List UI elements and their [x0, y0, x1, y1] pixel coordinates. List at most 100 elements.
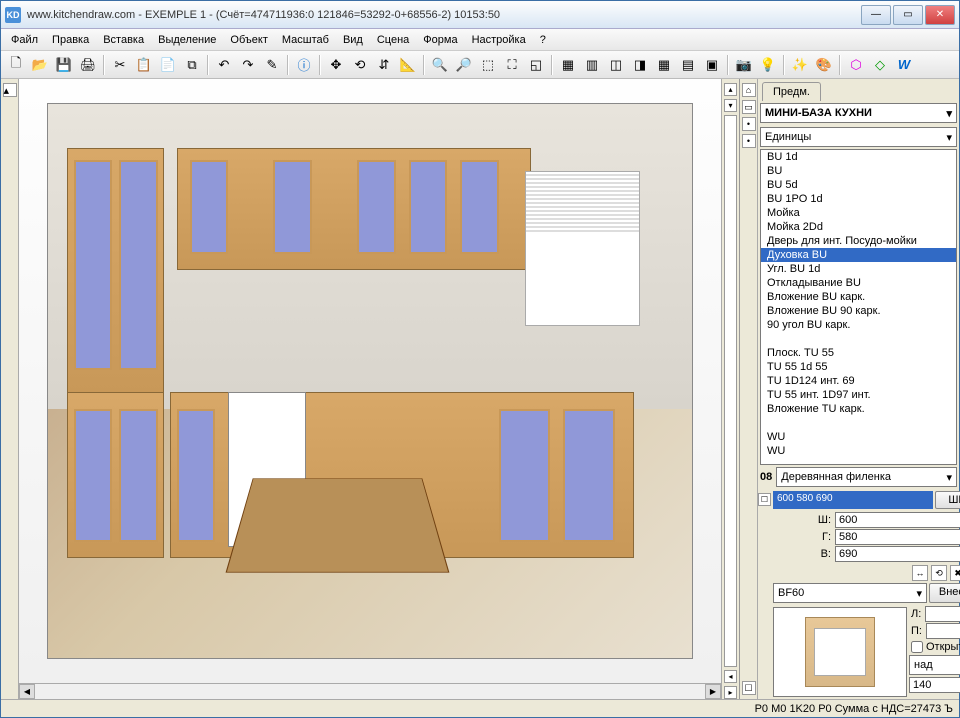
- close-button[interactable]: ✕: [925, 5, 955, 25]
- side-tool-3[interactable]: ◂: [724, 670, 737, 683]
- zoom-fit-icon[interactable]: ⛶: [501, 54, 523, 76]
- measure-icon[interactable]: 📐: [397, 54, 419, 76]
- list-item[interactable]: Духовка BU: [761, 248, 956, 262]
- menu-form[interactable]: Форма: [417, 32, 463, 48]
- view-plan-icon[interactable]: ▦: [557, 54, 579, 76]
- list-item[interactable]: TU 1D124 инт. 69: [761, 374, 956, 388]
- zoom-all-icon[interactable]: ◱: [525, 54, 547, 76]
- wand-icon[interactable]: ✨: [789, 54, 811, 76]
- list-item[interactable]: Дверь для инт. Посудо-мойки: [761, 234, 956, 248]
- menu-selection[interactable]: Выделение: [152, 32, 222, 48]
- view-color-icon[interactable]: ▦: [653, 54, 675, 76]
- list-item[interactable]: Мойка 2Dd: [761, 220, 956, 234]
- tab-objects[interactable]: Предм.: [762, 82, 821, 101]
- units-dropdown[interactable]: Единицы: [760, 127, 957, 147]
- height-val-input[interactable]: [909, 677, 960, 693]
- side-tool-2[interactable]: ▾: [724, 99, 737, 112]
- menu-scene[interactable]: Сцена: [371, 32, 415, 48]
- list-item[interactable]: Угл. BU 1d: [761, 262, 956, 276]
- 3d-render[interactable]: [19, 79, 721, 683]
- checkbox-1[interactable]: ☐: [758, 493, 771, 506]
- print-icon[interactable]: 🖨: [77, 54, 99, 76]
- list-item[interactable]: Вложение BU карк.: [761, 290, 956, 304]
- left-input[interactable]: [925, 606, 960, 622]
- shape3-icon[interactable]: W: [893, 54, 915, 76]
- list-item[interactable]: Плоск. TU 55: [761, 346, 956, 360]
- shape1-icon[interactable]: ⬡: [845, 54, 867, 76]
- insert-button[interactable]: Внести: [929, 583, 960, 603]
- save-icon[interactable]: 💾: [53, 54, 75, 76]
- tool-icon[interactable]: ✎: [261, 54, 283, 76]
- redo-icon[interactable]: ↷: [237, 54, 259, 76]
- side-icon-small1[interactable]: •: [742, 117, 756, 131]
- list-item[interactable]: WU: [761, 430, 956, 444]
- move-icon[interactable]: ✥: [325, 54, 347, 76]
- menu-file[interactable]: Файл: [5, 32, 44, 48]
- cut-icon[interactable]: ✂: [109, 54, 131, 76]
- list-item[interactable]: Вложение BU 90 карк.: [761, 304, 956, 318]
- light-icon[interactable]: 💡: [757, 54, 779, 76]
- position-dropdown[interactable]: над: [909, 655, 960, 675]
- minimize-button[interactable]: —: [861, 5, 891, 25]
- object-list[interactable]: BU 1dBUBU 5dBU 1PO 1dМойкаМойка 2DdДверь…: [760, 149, 957, 465]
- shape2-icon[interactable]: ◇: [869, 54, 891, 76]
- list-item[interactable]: TU 55 1d 55: [761, 360, 956, 374]
- list-item[interactable]: Откладывание BU: [761, 276, 956, 290]
- list-item[interactable]: 90 угол BU карк.: [761, 318, 956, 332]
- menu-edit[interactable]: Правка: [46, 32, 95, 48]
- view-elev-icon[interactable]: ▥: [581, 54, 603, 76]
- menu-object[interactable]: Объект: [224, 32, 273, 48]
- scroll-left-icon[interactable]: ◀: [19, 684, 35, 699]
- catalog-dropdown[interactable]: МИНИ-БАЗА КУХНИ: [760, 103, 957, 123]
- menu-settings[interactable]: Настройка: [466, 32, 532, 48]
- side-icon-check[interactable]: ☐: [742, 681, 756, 695]
- model-dropdown[interactable]: BF60: [773, 583, 927, 603]
- new-icon[interactable]: 🗋: [5, 54, 27, 76]
- view-solid-icon[interactable]: ◨: [629, 54, 651, 76]
- list-item[interactable]: TU 55 инт. 1D97 инт.: [761, 388, 956, 402]
- side-tool-1[interactable]: ▴: [724, 83, 737, 96]
- scroll-right-icon[interactable]: ▶: [705, 684, 721, 699]
- side-icon-small2[interactable]: •: [742, 134, 756, 148]
- side-tool-4[interactable]: ▸: [724, 686, 737, 699]
- ruler-btn-up[interactable]: ▴: [3, 83, 17, 97]
- zoom-out-icon[interactable]: 🔎: [453, 54, 475, 76]
- list-item[interactable]: BU 1PO 1d: [761, 192, 956, 206]
- view-grid-icon[interactable]: ▤: [677, 54, 699, 76]
- maximize-button[interactable]: ▭: [893, 5, 923, 25]
- mini-icon-3[interactable]: ✖: [950, 565, 960, 581]
- open-checkbox[interactable]: [911, 641, 923, 653]
- list-item[interactable]: BU: [761, 164, 956, 178]
- undo-icon[interactable]: ↶: [213, 54, 235, 76]
- list-item[interactable]: WU: [761, 444, 956, 458]
- mini-icon-1[interactable]: ↔: [912, 565, 928, 581]
- zoom-in-icon[interactable]: 🔍: [429, 54, 451, 76]
- right-input[interactable]: [926, 623, 960, 639]
- depth-input[interactable]: [835, 529, 960, 545]
- menu-insert[interactable]: Вставка: [97, 32, 150, 48]
- flip-icon[interactable]: ⇵: [373, 54, 395, 76]
- info-icon[interactable]: ⓘ: [293, 54, 315, 76]
- list-item[interactable]: Вложение TU карк.: [761, 402, 956, 416]
- side-icon-book[interactable]: ▭: [742, 100, 756, 114]
- width-input[interactable]: [835, 512, 960, 528]
- menu-zoom[interactable]: Масштаб: [276, 32, 335, 48]
- paste-icon[interactable]: 📄: [157, 54, 179, 76]
- open-icon[interactable]: 📂: [29, 54, 51, 76]
- list-item[interactable]: Мойка: [761, 206, 956, 220]
- list-item[interactable]: BU 1d: [761, 150, 956, 164]
- menu-view[interactable]: Вид: [337, 32, 369, 48]
- palette-icon[interactable]: 🎨: [813, 54, 835, 76]
- view-real-icon[interactable]: ▣: [701, 54, 723, 76]
- mini-icon-2[interactable]: ⟲: [931, 565, 947, 581]
- whd-button[interactable]: ШГВ: [935, 491, 960, 509]
- list-item[interactable]: [761, 332, 956, 346]
- camera-icon[interactable]: 📷: [733, 54, 755, 76]
- list-item[interactable]: [761, 416, 956, 430]
- finish-dropdown[interactable]: Деревянная филенка: [776, 467, 957, 487]
- side-icon-home[interactable]: ⌂: [742, 83, 756, 97]
- copy-icon[interactable]: 📋: [133, 54, 155, 76]
- height-input[interactable]: [835, 546, 960, 562]
- zoom-area-icon[interactable]: ⬚: [477, 54, 499, 76]
- duplicate-icon[interactable]: ⧉: [181, 54, 203, 76]
